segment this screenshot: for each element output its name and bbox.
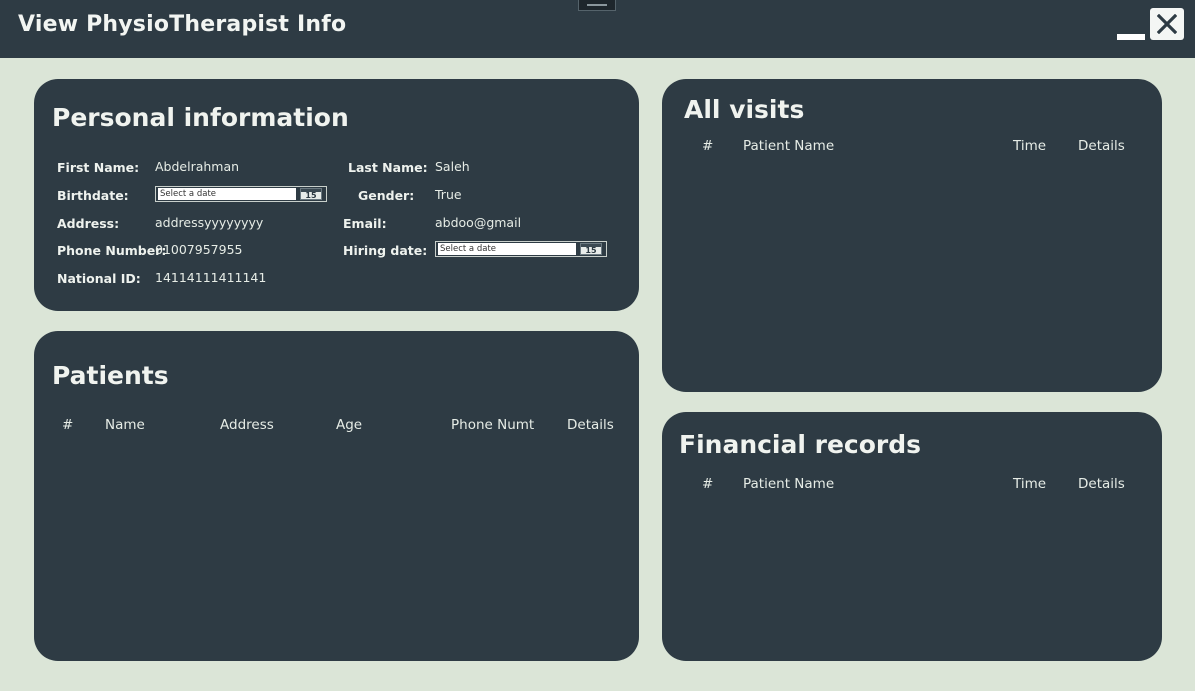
column-header[interactable]: #	[702, 138, 713, 154]
birthdate-picker[interactable]: Select a date 15	[155, 186, 327, 202]
financial-title: Financial records	[679, 430, 922, 459]
hiring-date-input[interactable]: Select a date	[438, 243, 576, 255]
birthdate-input[interactable]: Select a date	[158, 188, 296, 200]
patients-card: Patients # Name Address Age Phone Numt D…	[34, 331, 639, 661]
financial-card: Financial records # Patient Name Time De…	[662, 412, 1162, 661]
hiring-date-picker[interactable]: Select a date 15	[435, 241, 607, 257]
calendar-icon[interactable]: 15	[300, 188, 322, 200]
phone-label: Phone Number:	[57, 243, 167, 258]
column-header[interactable]: Details	[1078, 138, 1125, 154]
national-id-label: National ID:	[57, 271, 141, 286]
visits-title: All visits	[684, 95, 805, 124]
minimize-icon	[1117, 34, 1145, 40]
column-header[interactable]: Details	[567, 417, 614, 433]
phone-value: 01007957955	[155, 242, 243, 257]
column-header[interactable]: #	[62, 417, 73, 433]
address-value: addressyyyyyyyy	[155, 215, 264, 230]
column-header[interactable]: Patient Name	[743, 476, 834, 492]
visits-card: All visits # Patient Name Time Details	[662, 79, 1162, 392]
column-header[interactable]: Age	[336, 417, 362, 433]
personal-info-title: Personal information	[52, 103, 349, 132]
column-header[interactable]: Patient Name	[743, 138, 834, 154]
minimize-button[interactable]	[1115, 30, 1145, 40]
drag-handle[interactable]	[578, 0, 616, 11]
column-header[interactable]: Phone Numt	[451, 417, 534, 433]
column-header[interactable]: Time	[1013, 138, 1046, 154]
close-button[interactable]	[1150, 8, 1184, 40]
email-label: Email:	[343, 216, 387, 231]
gender-value: True	[435, 187, 462, 202]
first-name-label: First Name:	[57, 160, 140, 175]
column-header[interactable]: Time	[1013, 476, 1046, 492]
column-header[interactable]: Name	[105, 417, 145, 433]
birthdate-label: Birthdate:	[57, 188, 129, 203]
column-header[interactable]: Details	[1078, 476, 1125, 492]
calendar-day: 15	[305, 191, 317, 200]
last-name-label: Last Name:	[348, 160, 428, 175]
national-id-value: 14114111411141	[155, 270, 267, 285]
window-title: View PhysioTherapist Info	[18, 12, 347, 37]
column-header[interactable]: Address	[220, 417, 274, 433]
close-icon	[1157, 14, 1177, 34]
gender-label: Gender:	[358, 188, 415, 203]
patients-title: Patients	[52, 361, 169, 390]
email-value: abdoo@gmail	[435, 215, 522, 230]
personal-info-card: Personal information First Name: Abdelra…	[34, 79, 639, 311]
calendar-icon[interactable]: 15	[580, 243, 602, 255]
address-label: Address:	[57, 216, 120, 231]
title-bar: View PhysioTherapist Info	[0, 0, 1195, 58]
hiring-date-label: Hiring date:	[343, 243, 428, 258]
calendar-day: 15	[585, 246, 597, 255]
first-name-value: Abdelrahman	[155, 159, 240, 174]
column-header[interactable]: #	[702, 476, 713, 492]
last-name-value: Saleh	[435, 159, 470, 174]
